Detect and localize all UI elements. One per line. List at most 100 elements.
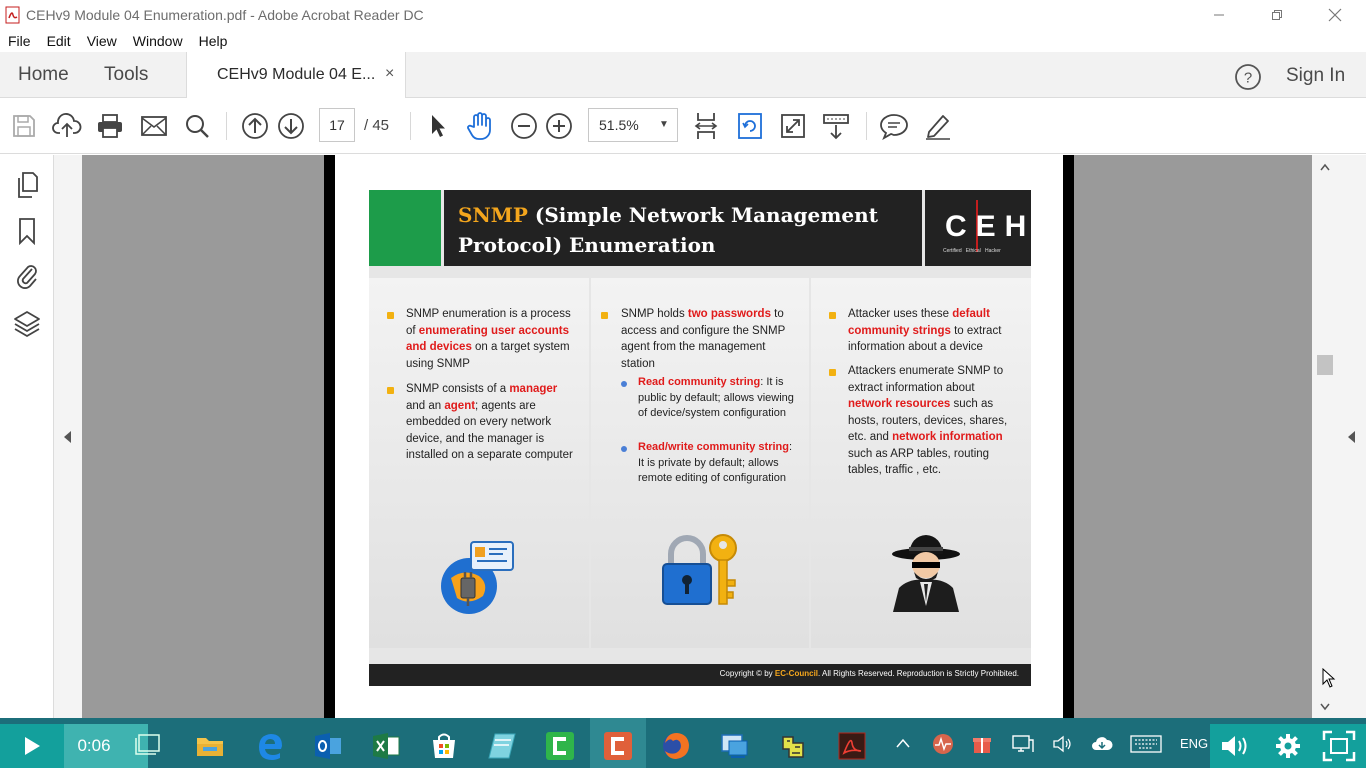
col2-sub-bullet-1: Read community string: It is public by d… bbox=[638, 376, 794, 419]
mouse-cursor-icon bbox=[1322, 668, 1336, 688]
hand-icon[interactable] bbox=[464, 110, 496, 142]
print-icon[interactable] bbox=[94, 110, 126, 142]
bullet-icon bbox=[387, 312, 394, 319]
save-icon[interactable] bbox=[8, 110, 40, 142]
document-tab-label: CEHv9 Module 04 E... bbox=[217, 66, 376, 83]
menu-help[interactable]: Help bbox=[199, 33, 228, 49]
task-view-icon[interactable] bbox=[134, 732, 164, 758]
tab-home[interactable]: Home bbox=[18, 64, 69, 86]
menu-edit[interactable]: Edit bbox=[47, 33, 71, 49]
window-title: CEHv9 Module 04 Enumeration.pdf - Adobe … bbox=[26, 7, 424, 23]
tab-tools[interactable]: Tools bbox=[104, 64, 148, 86]
chevron-up-icon[interactable] bbox=[896, 738, 910, 748]
col3-bullet-2: Attackers enumerate SNMP to extract info… bbox=[848, 365, 1008, 476]
layers-icon[interactable] bbox=[13, 309, 41, 337]
keyboard-tray-icon[interactable] bbox=[1130, 735, 1162, 753]
col2-sub-bullet-2: Read/write community string: It is priva… bbox=[638, 441, 793, 484]
comment-icon[interactable] bbox=[878, 110, 910, 142]
bullet-icon bbox=[829, 369, 836, 376]
close-tab-icon[interactable]: × bbox=[385, 65, 394, 83]
minimize-button[interactable] bbox=[1196, 0, 1242, 30]
ceh-logo-subtitle: Certified Ethical Hacker bbox=[943, 248, 1001, 254]
menu-window[interactable]: Window bbox=[133, 33, 183, 49]
upload-icon[interactable] bbox=[51, 110, 83, 142]
fit-page-icon[interactable] bbox=[690, 110, 722, 142]
toolbox-icon[interactable] bbox=[776, 728, 812, 764]
col1-bullet-2: SNMP consists of a manager and an agent;… bbox=[406, 383, 573, 461]
gift-tray-icon[interactable] bbox=[972, 733, 992, 755]
sub-bullet-icon bbox=[621, 381, 627, 387]
sign-pen-icon[interactable] bbox=[922, 110, 954, 142]
next-page-icon[interactable] bbox=[275, 110, 307, 142]
collapse-left-pane-button[interactable] bbox=[54, 155, 82, 718]
volume-tray-icon[interactable] bbox=[1052, 735, 1072, 753]
ceh-logo: CEH Certified Ethical Hacker bbox=[925, 190, 1031, 266]
sub-bullet-icon bbox=[621, 446, 627, 452]
slide: SNMP (Simple Network Management Protocol… bbox=[369, 190, 1031, 686]
bookmark-icon[interactable] bbox=[13, 217, 41, 245]
pdf-app-icon bbox=[5, 6, 21, 24]
help-icon[interactable]: ? bbox=[1234, 63, 1262, 91]
restore-button[interactable] bbox=[1254, 0, 1300, 30]
slide-title-accent: SNMP bbox=[458, 203, 528, 227]
camtasia-recorder-icon[interactable] bbox=[600, 728, 636, 764]
search-icon[interactable] bbox=[181, 110, 213, 142]
scrollbar-thumb[interactable] bbox=[1317, 355, 1333, 375]
cloud-tray-icon[interactable] bbox=[1091, 735, 1113, 753]
zoom-out-icon[interactable] bbox=[508, 110, 540, 142]
slide-header: SNMP (Simple Network Management Protocol… bbox=[444, 190, 922, 266]
excel-icon[interactable] bbox=[368, 728, 404, 764]
select-cursor-icon[interactable] bbox=[422, 110, 454, 142]
zoom-in-icon[interactable] bbox=[543, 110, 575, 142]
menu-view[interactable]: View bbox=[87, 33, 117, 49]
volume-icon[interactable] bbox=[1220, 734, 1250, 758]
col2-bullet-1: SNMP holds two passwords to access and c… bbox=[621, 308, 786, 370]
outlook-icon[interactable] bbox=[310, 728, 346, 764]
store-icon[interactable] bbox=[426, 728, 462, 764]
tab-document[interactable]: CEHv9 Module 04 E... × bbox=[186, 52, 406, 98]
rotate-icon[interactable] bbox=[734, 110, 766, 142]
fullscreen-icon[interactable] bbox=[777, 110, 809, 142]
camtasia-icon[interactable] bbox=[542, 728, 578, 764]
bullet-icon bbox=[829, 312, 836, 319]
bullet-icon bbox=[601, 312, 608, 319]
edge-browser-icon[interactable] bbox=[252, 728, 288, 764]
firefox-icon[interactable] bbox=[658, 728, 694, 764]
notes-app-icon[interactable] bbox=[484, 728, 520, 764]
toolbar bbox=[0, 98, 1366, 154]
slide-column-2: SNMP holds two passwords to access and c… bbox=[591, 278, 809, 648]
prev-page-icon[interactable] bbox=[239, 110, 271, 142]
file-explorer-icon[interactable] bbox=[192, 728, 228, 764]
menu-file[interactable]: File bbox=[8, 33, 31, 49]
toolbar-divider bbox=[410, 112, 411, 140]
settings-gear-icon[interactable] bbox=[1275, 733, 1301, 759]
col1-bullet-1: SNMP enumeration is a process of enumera… bbox=[406, 308, 571, 370]
vertical-scrollbar[interactable] bbox=[1312, 155, 1338, 718]
zoom-value: 51.5% bbox=[599, 117, 639, 133]
pages-icon[interactable] bbox=[13, 171, 41, 199]
network-tool-icon[interactable] bbox=[716, 728, 752, 764]
attachment-icon[interactable] bbox=[13, 261, 41, 289]
acrobat-reader-icon[interactable] bbox=[834, 728, 870, 764]
zoom-select[interactable]: 51.5% ▼ bbox=[588, 108, 678, 142]
page-number-input[interactable]: 17 bbox=[319, 108, 355, 142]
title-bar: CEHv9 Module 04 Enumeration.pdf - Adobe … bbox=[0, 0, 1366, 30]
sign-in-link[interactable]: Sign In bbox=[1286, 65, 1345, 87]
slide-accent-block bbox=[369, 190, 441, 266]
scroll-mode-icon[interactable] bbox=[820, 110, 852, 142]
monitor-tray-icon[interactable] bbox=[932, 733, 954, 755]
mail-icon[interactable] bbox=[138, 110, 170, 142]
network-tray-icon[interactable] bbox=[1012, 734, 1034, 754]
close-window-button[interactable] bbox=[1312, 0, 1358, 30]
chevron-down-icon: ▼ bbox=[659, 119, 669, 130]
menu-bar: File Edit View Window Help bbox=[0, 30, 1366, 52]
toolbar-divider bbox=[866, 112, 867, 140]
col3-bullet-1: Attacker uses these default community st… bbox=[848, 308, 1002, 353]
slide-column-1: SNMP enumeration is a process of enumera… bbox=[369, 278, 589, 648]
input-language[interactable]: ENG bbox=[1180, 736, 1208, 751]
slide-column-3: Attacker uses these default community st… bbox=[811, 278, 1031, 648]
fullscreen-toggle-icon[interactable] bbox=[1322, 730, 1356, 762]
collapse-right-pane-button[interactable] bbox=[1338, 155, 1366, 718]
play-button[interactable] bbox=[0, 724, 64, 768]
slide-title: SNMP (Simple Network Management Protocol… bbox=[458, 200, 918, 260]
